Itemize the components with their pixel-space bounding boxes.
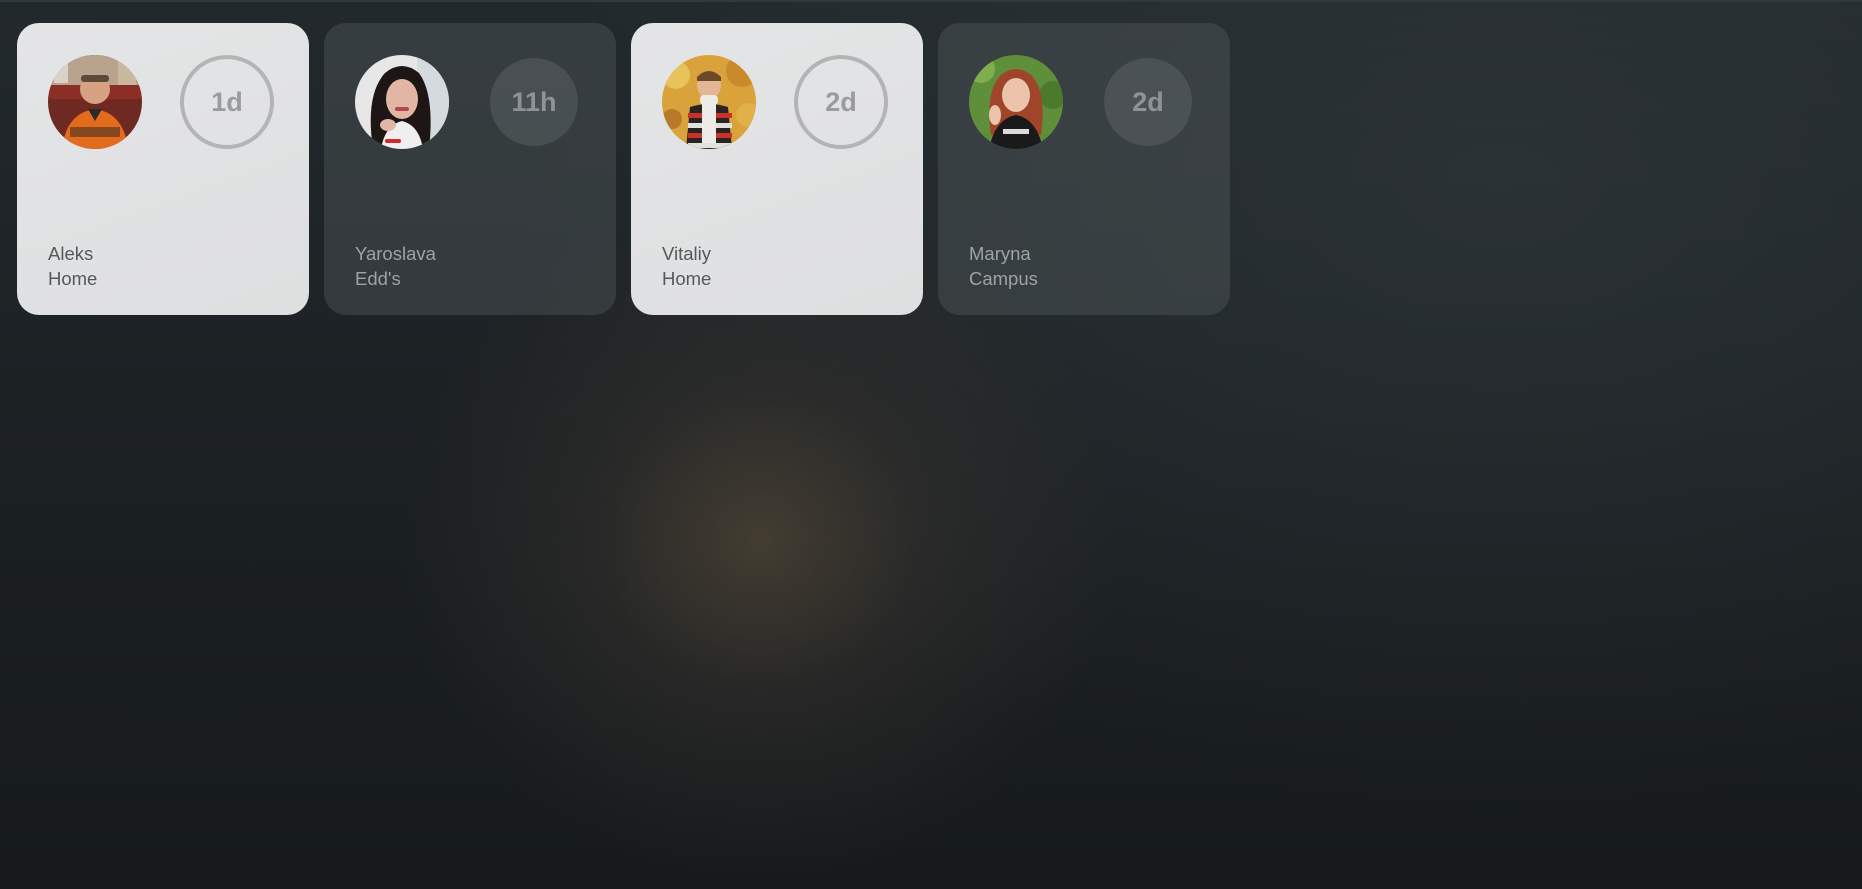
last-seen-time: 2d [1132, 86, 1164, 117]
person-name: Maryna [969, 243, 1031, 264]
avatar [48, 55, 142, 149]
last-seen-time: 2d [825, 86, 857, 117]
person-name: Vitaliy [662, 243, 712, 264]
person-card-maryna[interactable]: 2d Maryna Campus [938, 23, 1230, 315]
avatar [662, 55, 756, 149]
person-location: Home [48, 268, 98, 289]
avatar [969, 55, 1063, 149]
last-seen-badge: 1d [180, 55, 274, 149]
person-location: Campus [969, 268, 1038, 289]
last-seen-time: 1d [211, 86, 243, 117]
person-card-yaroslava[interactable]: 11h Yaroslava Edd's [324, 23, 616, 315]
person-card-vitaliy[interactable]: 2d Vitaliy Home [631, 23, 923, 315]
person-location: Edd's [355, 268, 401, 289]
person-name: Aleks [48, 243, 94, 264]
people-card-list: 1d Aleks Home 11h Yaroslava Edd's 2d Vit… [17, 23, 1230, 315]
last-seen-badge: 2d [1104, 58, 1192, 146]
last-seen-badge: 11h [490, 58, 578, 146]
last-seen-badge: 2d [794, 55, 888, 149]
person-card-aleks[interactable]: 1d Aleks Home [17, 23, 309, 315]
person-name: Yaroslava [355, 243, 436, 264]
top-border [0, 0, 1862, 2]
avatar [355, 55, 449, 149]
person-location: Home [662, 268, 712, 289]
last-seen-time: 11h [511, 86, 557, 117]
